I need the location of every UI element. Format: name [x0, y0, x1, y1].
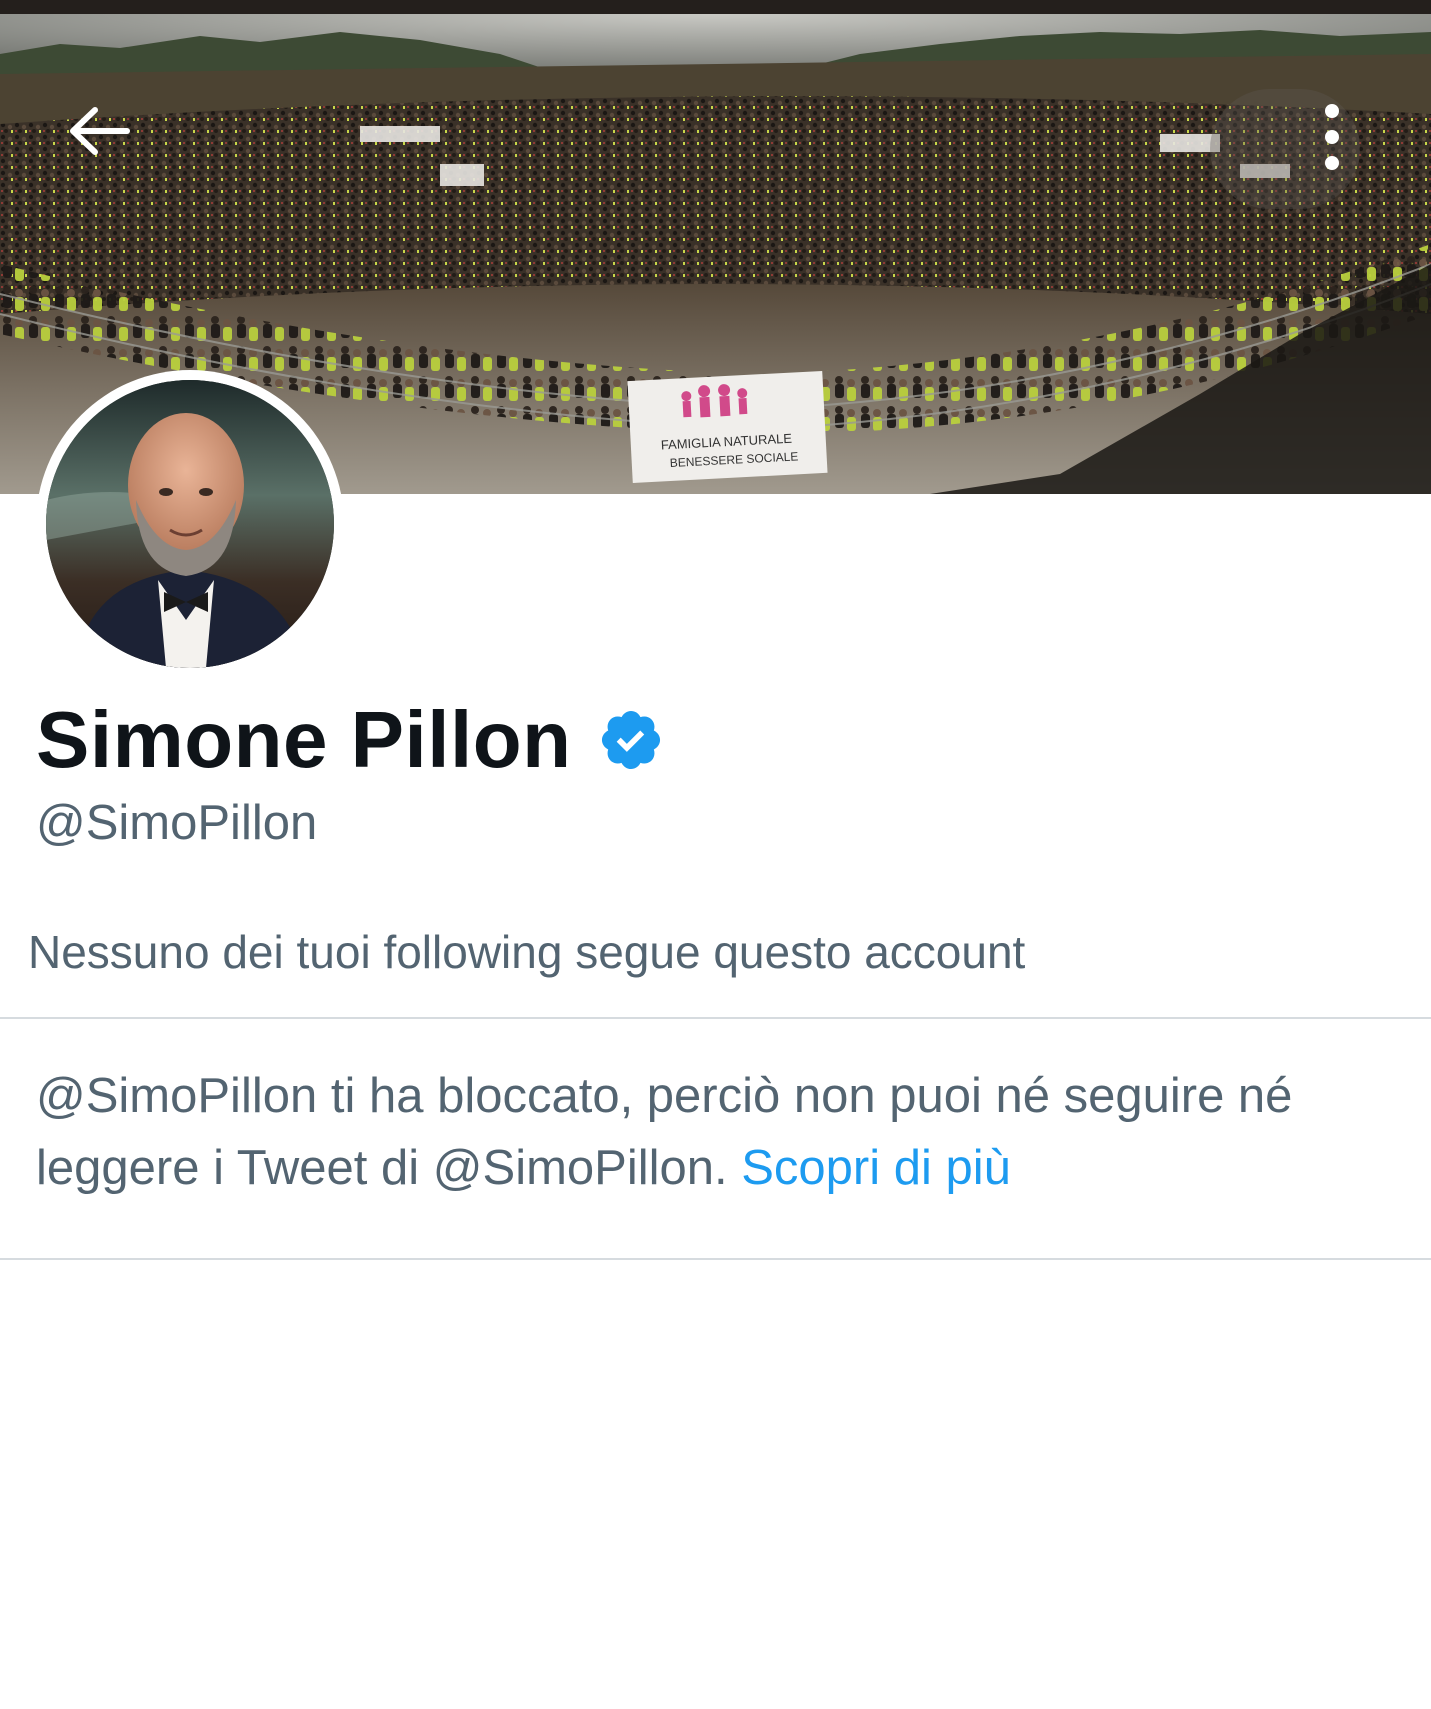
followers-you-know[interactable]: Nessuno dei tuoi following segue questo …	[28, 925, 1025, 979]
more-options-button[interactable]	[1290, 94, 1374, 180]
back-button[interactable]	[58, 96, 138, 166]
divider	[0, 1017, 1431, 1019]
avatar-photo	[46, 380, 334, 668]
verified-badge[interactable]	[595, 704, 667, 776]
banner-sign: FAMIGLIA NATURALE BENESSERE SOCIALE	[627, 370, 828, 484]
profile-page: FAMIGLIA NATURALE BENESSERE SOCIALE Simo…	[0, 0, 1431, 1709]
blocked-notice: @SimoPillon ti ha bloccato, perciò non p…	[36, 1060, 1406, 1204]
profile-handle: @SimoPillon	[36, 796, 318, 850]
status-bar-strip	[0, 0, 1431, 14]
avatar[interactable]	[36, 370, 344, 678]
display-name: Simone Pillon	[36, 695, 572, 784]
arrow-left-icon	[70, 107, 130, 155]
blocked-notice-text: @SimoPillon ti ha bloccato, perciò non p…	[36, 1069, 1293, 1195]
vertical-ellipsis-icon	[1325, 104, 1339, 170]
verified-badge-icon	[602, 710, 661, 770]
learn-more-link[interactable]: Scopri di più	[741, 1141, 1011, 1195]
name-row: Simone Pillon	[36, 690, 667, 790]
divider	[0, 1258, 1431, 1260]
